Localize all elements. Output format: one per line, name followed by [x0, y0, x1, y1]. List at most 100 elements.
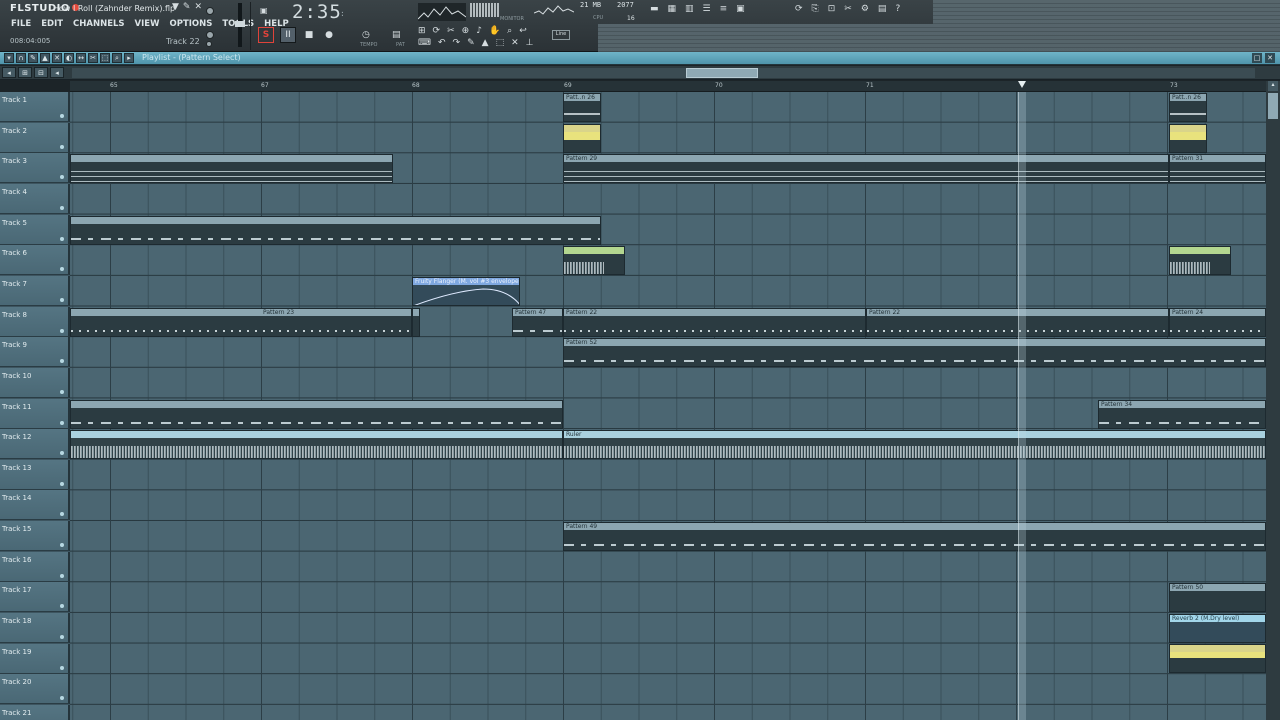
- vertical-scroll-thumb[interactable]: [1268, 93, 1278, 119]
- track-mute-icon[interactable]: [60, 635, 64, 640]
- track-mute-icon[interactable]: [60, 205, 64, 210]
- mute-tool-icon[interactable]: ◐: [64, 53, 74, 63]
- track-mute-icon[interactable]: [60, 451, 64, 456]
- snap-selector[interactable]: Line: [552, 30, 570, 40]
- pattern-clip[interactable]: Pattern 24: [1169, 308, 1266, 337]
- step-sequencer-icon[interactable]: ▦: [668, 4, 677, 14]
- track-header[interactable]: Track 10: [0, 367, 70, 398]
- select-tool-icon[interactable]: ⬚: [100, 53, 110, 63]
- vertical-scrollbar[interactable]: ▴: [1266, 81, 1280, 720]
- audio-clip[interactable]: [563, 124, 601, 153]
- audio-clip[interactable]: Ruler: [563, 430, 1266, 459]
- audio-clip[interactable]: [1169, 124, 1207, 153]
- pattern-clip[interactable]: Pattern 47: [512, 308, 563, 337]
- track-header[interactable]: Track 6: [0, 245, 70, 276]
- pattern-clip[interactable]: Patt..n 26: [563, 93, 601, 122]
- horizontal-scrollbar[interactable]: [72, 68, 1255, 78]
- browser-icon[interactable]: ☰: [703, 4, 711, 14]
- pattern-clip[interactable]: Pattern 29: [563, 154, 1169, 183]
- close-icon[interactable]: ✕: [194, 2, 202, 12]
- automation-clip[interactable]: Reverb 2 (M.Dry level): [1169, 614, 1266, 643]
- track-mute-icon[interactable]: [60, 420, 64, 425]
- playlist-window-icon[interactable]: ▬: [650, 4, 659, 14]
- track-header[interactable]: Track 1: [0, 92, 70, 122]
- record-button[interactable]: ●: [322, 30, 336, 40]
- blend-icon[interactable]: ⊕: [462, 26, 470, 36]
- track-header[interactable]: Track 21: [0, 705, 70, 720]
- mini-knob[interactable]: [206, 41, 212, 47]
- track-mute-icon[interactable]: [60, 328, 64, 333]
- playlist-close-icon[interactable]: ✕: [1265, 53, 1275, 63]
- audio-clip[interactable]: [70, 430, 563, 459]
- pattern-icon[interactable]: ▤: [392, 30, 401, 40]
- step-icon[interactable]: ♪: [476, 26, 482, 36]
- mixer-icon[interactable]: ≡: [720, 4, 728, 14]
- undo-icon[interactable]: ↶: [438, 38, 446, 48]
- tools-icon[interactable]: ⚙: [861, 4, 869, 14]
- refresh-icon[interactable]: ⟳: [795, 4, 803, 14]
- track-header[interactable]: Track 8: [0, 306, 70, 337]
- master-volume-slider[interactable]: [235, 3, 245, 47]
- track-mute-icon[interactable]: [60, 665, 64, 670]
- metronome-icon[interactable]: ◷: [362, 30, 370, 40]
- export-icon[interactable]: ⊡: [828, 4, 836, 14]
- slice-tool-icon[interactable]: ✂: [88, 53, 98, 63]
- track-header[interactable]: Track 11: [0, 398, 70, 429]
- slider-thumb[interactable]: [235, 21, 245, 27]
- hand-icon[interactable]: ✋: [489, 26, 500, 36]
- track-mute-icon[interactable]: [60, 114, 64, 118]
- loop-icon[interactable]: ⟳: [433, 26, 441, 36]
- zoom-tool-icon[interactable]: ⌕: [112, 53, 122, 63]
- track-mute-icon[interactable]: [60, 267, 64, 272]
- pattern-clip[interactable]: Pattern 23: [70, 308, 412, 337]
- timeline-ruler[interactable]: 65 67 68 69 70 71 73: [70, 81, 1266, 92]
- track-header[interactable]: Track 5: [0, 214, 70, 245]
- scroll-left-icon[interactable]: ◂: [2, 67, 16, 78]
- pattern-clip[interactable]: Pattern 22: [563, 308, 866, 337]
- track-header[interactable]: Track 19: [0, 643, 70, 674]
- pattern-clip[interactable]: [70, 216, 601, 245]
- playlist-grid[interactable]: Patt..n 26 Patt..n 26 Pattern 29 Pattern…: [70, 92, 1266, 720]
- track-mute-icon[interactable]: [60, 359, 64, 364]
- track-mute-icon[interactable]: [60, 144, 64, 149]
- menu-file[interactable]: FILE: [11, 19, 31, 29]
- track-header[interactable]: Track 3: [0, 153, 70, 184]
- menu-view[interactable]: VIEW: [135, 19, 160, 29]
- pin-icon[interactable]: ✎: [183, 2, 191, 12]
- pin-tool-icon[interactable]: ⊥: [526, 38, 534, 48]
- menu-edit[interactable]: EDIT: [41, 19, 63, 29]
- track-mute-icon[interactable]: [60, 175, 64, 180]
- master-pitch-knob[interactable]: [206, 31, 214, 39]
- window-menu-icon[interactable]: ▼: [172, 2, 179, 12]
- track-header[interactable]: Track 17: [0, 582, 70, 613]
- playlist-titlebar[interactable]: ▾ ∩ ✎ ▲ ✕ ◐ ↔ ✂ ⬚ ⌕ ▸ Playlist - (Patter…: [0, 52, 1280, 65]
- select-icon[interactable]: ⬚: [496, 38, 505, 48]
- slice-icon[interactable]: ✂: [447, 26, 455, 36]
- track-header[interactable]: Track 7: [0, 275, 70, 306]
- horizontal-scroll-thumb[interactable]: [686, 68, 758, 78]
- paint-icon[interactable]: ▲: [40, 53, 50, 63]
- pattern-clip[interactable]: Pattern 52: [563, 338, 1266, 367]
- track-header[interactable]: Track 9: [0, 337, 70, 368]
- play-tool-icon[interactable]: ▸: [124, 53, 134, 63]
- track-mute-icon[interactable]: [60, 481, 64, 486]
- magnet-icon[interactable]: ∩: [16, 53, 26, 63]
- pattern-clip[interactable]: Patt..n 26: [1169, 93, 1207, 122]
- plugin-icon[interactable]: ▣: [736, 4, 745, 14]
- menu-options[interactable]: OPTIONS: [169, 19, 212, 29]
- cut-icon[interactable]: ✂: [844, 4, 852, 14]
- track-mute-icon[interactable]: [60, 297, 64, 302]
- track-header[interactable]: Track 15: [0, 521, 70, 552]
- track-mute-icon[interactable]: [60, 604, 64, 609]
- track-header[interactable]: Track 12: [0, 429, 70, 460]
- typing-icon[interactable]: ⌨: [418, 38, 431, 48]
- playhead-marker[interactable]: [1018, 81, 1026, 88]
- stop-button[interactable]: ■: [302, 30, 316, 40]
- redo-icon[interactable]: ↷: [453, 38, 461, 48]
- draw-icon[interactable]: ✎: [28, 53, 38, 63]
- render-icon[interactable]: ⎘: [812, 4, 819, 14]
- pattern-clip[interactable]: [70, 154, 393, 183]
- piano-roll-icon[interactable]: ▥: [685, 4, 694, 14]
- track-mute-icon[interactable]: [60, 236, 64, 241]
- audio-clip[interactable]: [1169, 644, 1266, 673]
